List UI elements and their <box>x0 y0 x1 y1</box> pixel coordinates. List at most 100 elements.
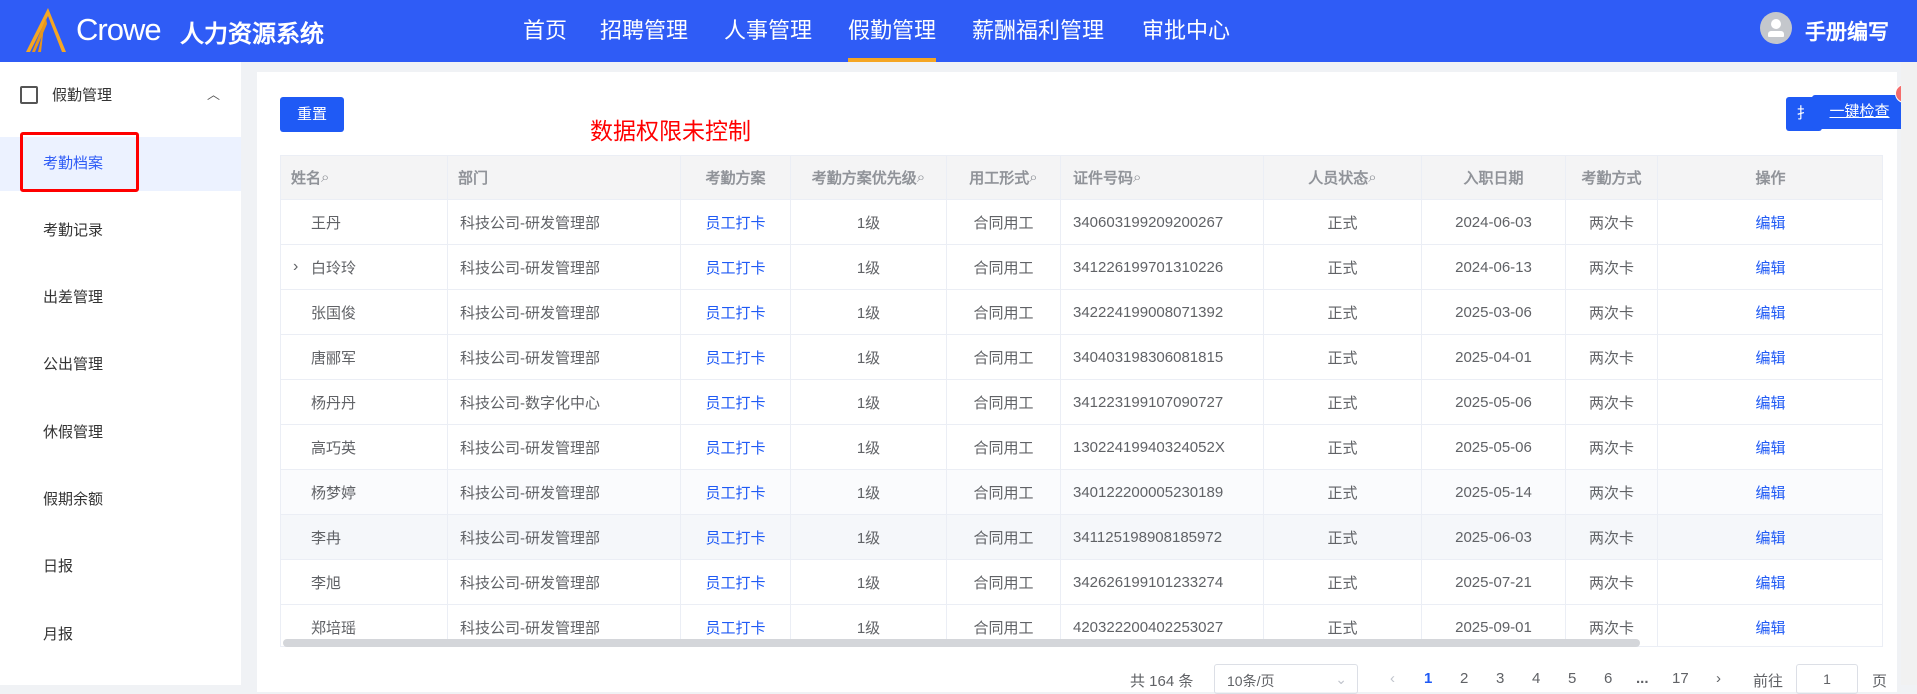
cell-actions[interactable]: 编辑 <box>1658 380 1882 424</box>
user-avatar-icon[interactable] <box>1760 12 1792 44</box>
plan-link[interactable]: 员工打卡 <box>705 212 765 233</box>
plan-link[interactable]: 员工打卡 <box>705 347 765 368</box>
cell-department: 科技公司-研发管理部 <box>448 425 681 469</box>
cell-actions[interactable]: 编辑 <box>1658 200 1882 244</box>
page-5[interactable]: 5 <box>1568 670 1576 687</box>
page-1[interactable]: 1 <box>1424 670 1432 687</box>
sidebar-item-official-outing[interactable]: 公出管理 <box>0 338 241 392</box>
cell-department: 科技公司-研发管理部 <box>448 200 681 244</box>
cell-actions[interactable]: 编辑 <box>1658 470 1882 514</box>
column-header-attendance-plan: 考勤方案 <box>681 156 791 199</box>
edit-link[interactable]: 编辑 <box>1755 257 1785 278</box>
cell-attendance-plan[interactable]: 员工打卡 <box>681 425 791 469</box>
edit-link[interactable]: 编辑 <box>1755 347 1785 368</box>
plan-link[interactable]: 员工打卡 <box>705 617 765 638</box>
column-header-label: 考勤方案 <box>705 170 766 187</box>
cell-actions[interactable]: 编辑 <box>1658 560 1882 604</box>
cell-text: 342224199008071392 <box>1073 303 1224 321</box>
cell-attendance-plan[interactable]: 员工打卡 <box>681 200 791 244</box>
nav-approval[interactable]: 审批中心 <box>1142 13 1230 45</box>
cell-text: 两次卡 <box>1588 214 1634 232</box>
horizontal-scrollbar[interactable] <box>283 639 1640 647</box>
highlight-box <box>20 132 139 192</box>
nav-compensation[interactable]: 薪酬福利管理 <box>972 13 1104 45</box>
cell-attendance-plan[interactable]: 员工打卡 <box>681 245 791 289</box>
edit-link[interactable]: 编辑 <box>1755 302 1785 323</box>
reset-button[interactable]: 重置 <box>280 97 344 132</box>
cell-attendance-plan[interactable]: 员工打卡 <box>681 290 791 334</box>
sidebar-item-daily-report[interactable]: 日报 <box>0 540 241 594</box>
edit-link[interactable]: 编辑 <box>1755 482 1785 503</box>
cell-attendance-plan[interactable]: 员工打卡 <box>681 470 791 514</box>
plan-link[interactable]: 员工打卡 <box>705 437 765 458</box>
edit-link[interactable]: 编辑 <box>1755 392 1785 413</box>
plan-link[interactable]: 员工打卡 <box>705 257 765 278</box>
chevron-up-icon[interactable]: ︿ <box>207 84 220 103</box>
plan-link[interactable]: 员工打卡 <box>705 482 765 503</box>
crowe-logo-icon <box>26 8 66 52</box>
cell-hire-date: 2025-05-14 <box>1422 470 1566 514</box>
search-icon[interactable]: ⌕ <box>1368 169 1376 186</box>
plan-link[interactable]: 员工打卡 <box>705 572 765 593</box>
prev-page-icon[interactable]: ‹ <box>1390 670 1395 687</box>
cell-text: 唐郦军 <box>311 349 357 367</box>
nav-recruitment[interactable]: 招聘管理 <box>600 13 688 45</box>
sidebar-item-attendance-records[interactable]: 考勤记录 <box>0 204 241 258</box>
edit-link[interactable]: 编辑 <box>1755 527 1785 548</box>
cell-hire-date: 2025-06-03 <box>1422 515 1566 559</box>
plan-link[interactable]: 员工打卡 <box>705 392 765 413</box>
sidebar-item-leave[interactable]: 休假管理 <box>0 406 241 460</box>
sidebar-item-monthly-report[interactable]: 月报 <box>0 608 241 662</box>
search-icon[interactable]: ⌕ <box>1133 169 1141 186</box>
search-icon[interactable]: ⌕ <box>321 169 329 186</box>
cell-attendance-plan[interactable]: 员工打卡 <box>681 515 791 559</box>
cell-text: 合同用工 <box>973 394 1034 412</box>
nav-attendance[interactable]: 假勤管理 <box>848 13 937 62</box>
cell-clock-method: 两次卡 <box>1566 245 1658 289</box>
cell-employment-type: 合同用工 <box>947 380 1061 424</box>
table-row: 张国俊 科技公司-研发管理部 员工打卡 1级 合同用工 34222419900807139… <box>281 290 1882 335</box>
nav-home[interactable]: 首页 <box>523 13 567 45</box>
sidebar-item-business-trip[interactable]: 出差管理 <box>0 271 241 325</box>
page-4[interactable]: 4 <box>1532 670 1540 687</box>
page-6[interactable]: 6 <box>1604 670 1612 687</box>
cell-name: 张国俊 <box>281 290 448 334</box>
search-icon[interactable]: ⌕ <box>917 169 925 186</box>
cell-attendance-plan[interactable]: 员工打卡 <box>681 380 791 424</box>
expand-row-icon[interactable]: › <box>293 258 298 276</box>
edit-link[interactable]: 编辑 <box>1755 437 1785 458</box>
plan-link[interactable]: 员工打卡 <box>705 527 765 548</box>
cell-plan-priority: 1级 <box>791 560 947 604</box>
cell-actions[interactable]: 编辑 <box>1658 290 1882 334</box>
nav-personnel[interactable]: 人事管理 <box>724 13 812 45</box>
page-ellipsis[interactable]: ... <box>1636 670 1649 687</box>
cell-text: 合同用工 <box>973 529 1034 547</box>
cell-actions[interactable]: 编辑 <box>1658 335 1882 379</box>
next-page-icon[interactable]: › <box>1716 670 1721 687</box>
cell-attendance-plan[interactable]: 员工打卡 <box>681 335 791 379</box>
cell-actions[interactable]: 编辑 <box>1658 425 1882 469</box>
sidebar-group-attendance[interactable]: 假勤管理 <box>20 84 112 105</box>
page-17[interactable]: 17 <box>1672 670 1689 687</box>
one-click-check-button[interactable]: 一键检查 <box>1812 95 1907 129</box>
sidebar-item-leave-balance[interactable]: 假期余额 <box>0 473 241 527</box>
edit-link[interactable]: 编辑 <box>1755 212 1785 233</box>
search-icon[interactable]: ⌕ <box>1029 169 1037 186</box>
page-3[interactable]: 3 <box>1496 670 1504 687</box>
plan-link[interactable]: 员工打卡 <box>705 302 765 323</box>
vertical-scrollbar[interactable] <box>1901 62 1917 685</box>
page-size-select[interactable]: 10条/页 ⌄ <box>1214 664 1358 694</box>
table-row: 杨梦婷 科技公司-研发管理部 员工打卡 1级 合同用工 34012220000523018… <box>281 470 1882 515</box>
column-header-label: 操作 <box>1755 170 1786 187</box>
cell-actions[interactable]: 编辑 <box>1658 515 1882 559</box>
cell-attendance-plan[interactable]: 员工打卡 <box>681 560 791 604</box>
cell-actions[interactable]: 编辑 <box>1658 245 1882 289</box>
edit-link[interactable]: 编辑 <box>1755 617 1785 638</box>
page-2[interactable]: 2 <box>1460 670 1468 687</box>
user-name[interactable]: 手册编写 <box>1805 16 1889 46</box>
cell-actions[interactable]: 编辑 <box>1658 605 1882 646</box>
edit-link[interactable]: 编辑 <box>1755 572 1785 593</box>
cell-text: 1级 <box>856 484 881 502</box>
cell-text: 正式 <box>1327 574 1358 592</box>
goto-page-input[interactable]: 1 <box>1796 664 1858 694</box>
